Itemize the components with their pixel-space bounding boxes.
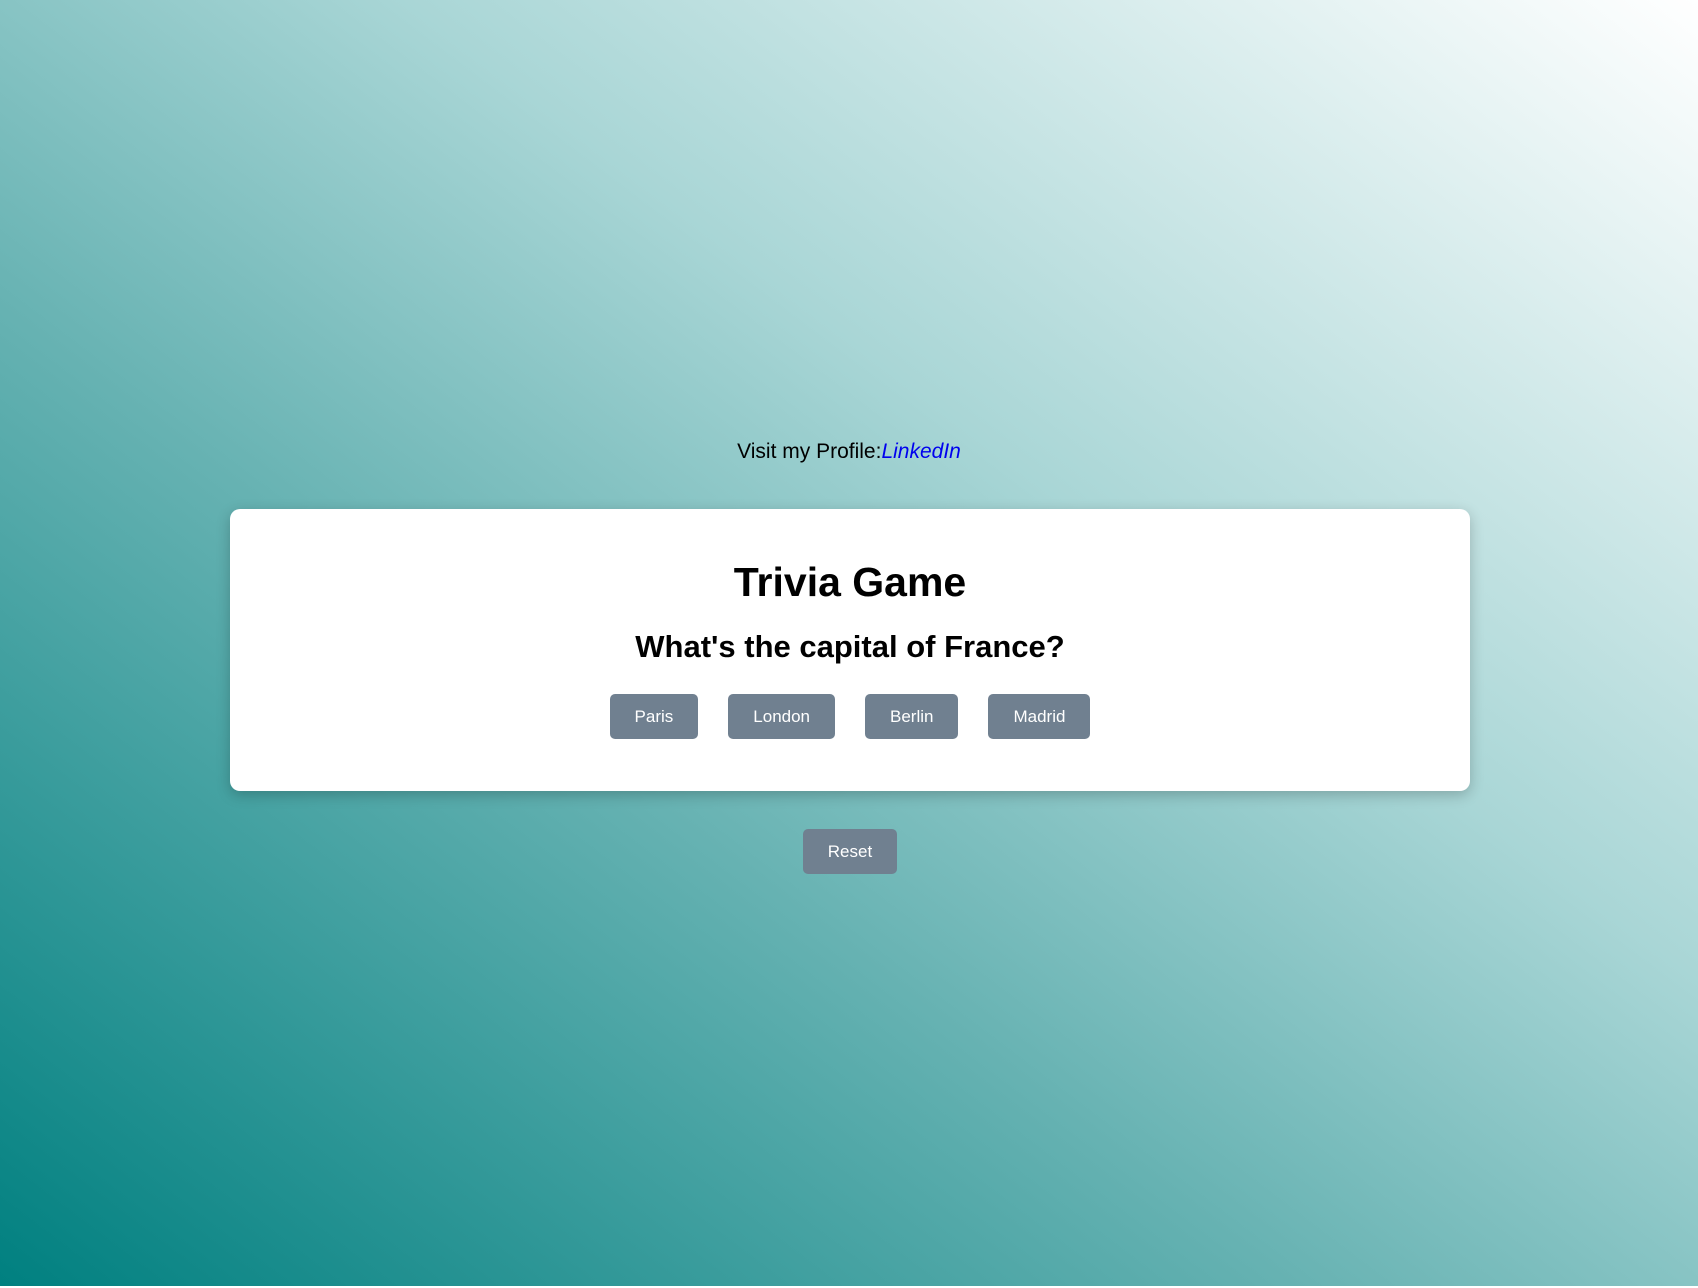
reset-button[interactable]: Reset [803, 829, 897, 874]
answer-button-london[interactable]: London [728, 694, 836, 739]
answer-button-paris[interactable]: Paris [609, 694, 699, 739]
profile-line: Visit my Profile:LinkedIn [0, 438, 1698, 466]
answer-options: Paris London Berlin Madrid [230, 694, 1470, 739]
answer-button-madrid[interactable]: Madrid [988, 694, 1091, 739]
linkedin-link[interactable]: LinkedIn [881, 440, 960, 463]
trivia-card: Trivia Game What's the capital of France… [230, 509, 1470, 791]
question-text: What's the capital of France? [635, 629, 1065, 664]
game-title: Trivia Game [733, 559, 967, 605]
profile-label: Visit my Profile: [737, 440, 882, 463]
answer-button-berlin[interactable]: Berlin [865, 694, 959, 739]
